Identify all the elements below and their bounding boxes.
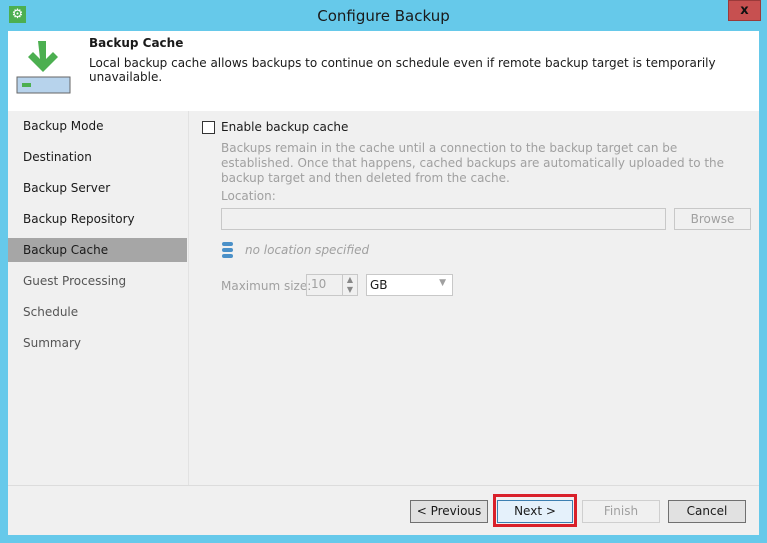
wizard-header: Backup Cache Local backup cache allows b… bbox=[8, 31, 759, 111]
unit-select[interactable]: GB ▼ bbox=[366, 274, 453, 296]
nav-item-backup-cache[interactable]: Backup Cache bbox=[8, 238, 187, 262]
enable-cache-checkbox[interactable] bbox=[202, 121, 215, 134]
nav-item-summary[interactable]: Summary bbox=[8, 331, 187, 355]
database-icon bbox=[222, 242, 233, 258]
page-title: Backup Cache bbox=[89, 36, 184, 50]
browse-button[interactable]: Browse bbox=[674, 208, 751, 230]
nav-item-backup-mode[interactable]: Backup Mode bbox=[8, 114, 187, 138]
enable-cache-label[interactable]: Enable backup cache bbox=[221, 120, 348, 134]
location-status: no location specified bbox=[245, 243, 370, 257]
title-bar: ⚙ Configure Backup x bbox=[0, 0, 767, 32]
window-title: Configure Backup bbox=[317, 7, 450, 25]
stepper-arrows-icon[interactable]: ▲ ▼ bbox=[342, 275, 357, 295]
nav-item-backup-repository[interactable]: Backup Repository bbox=[8, 207, 187, 231]
help-text: Backups remain in the cache until a conn… bbox=[221, 141, 725, 185]
previous-button[interactable]: < Previous bbox=[410, 500, 488, 523]
finish-button[interactable]: Finish bbox=[582, 500, 660, 523]
chevron-down-icon: ▼ bbox=[439, 278, 446, 288]
nav-item-backup-server[interactable]: Backup Server bbox=[8, 176, 187, 200]
backup-cache-icon bbox=[16, 41, 71, 94]
close-button[interactable]: x bbox=[728, 0, 761, 21]
next-button[interactable]: Next > bbox=[497, 500, 573, 523]
cancel-button[interactable]: Cancel bbox=[668, 500, 746, 523]
location-label: Location: bbox=[221, 189, 276, 203]
location-input[interactable] bbox=[221, 208, 666, 230]
nav-item-guest-processing[interactable]: Guest Processing bbox=[8, 269, 187, 293]
max-size-label: Maximum size: bbox=[221, 279, 312, 293]
nav-item-schedule[interactable]: Schedule bbox=[8, 300, 187, 324]
page-description: Local backup cache allows backups to con… bbox=[89, 56, 716, 84]
nav-item-destination[interactable]: Destination bbox=[8, 145, 187, 169]
unit-value: GB bbox=[370, 278, 388, 292]
